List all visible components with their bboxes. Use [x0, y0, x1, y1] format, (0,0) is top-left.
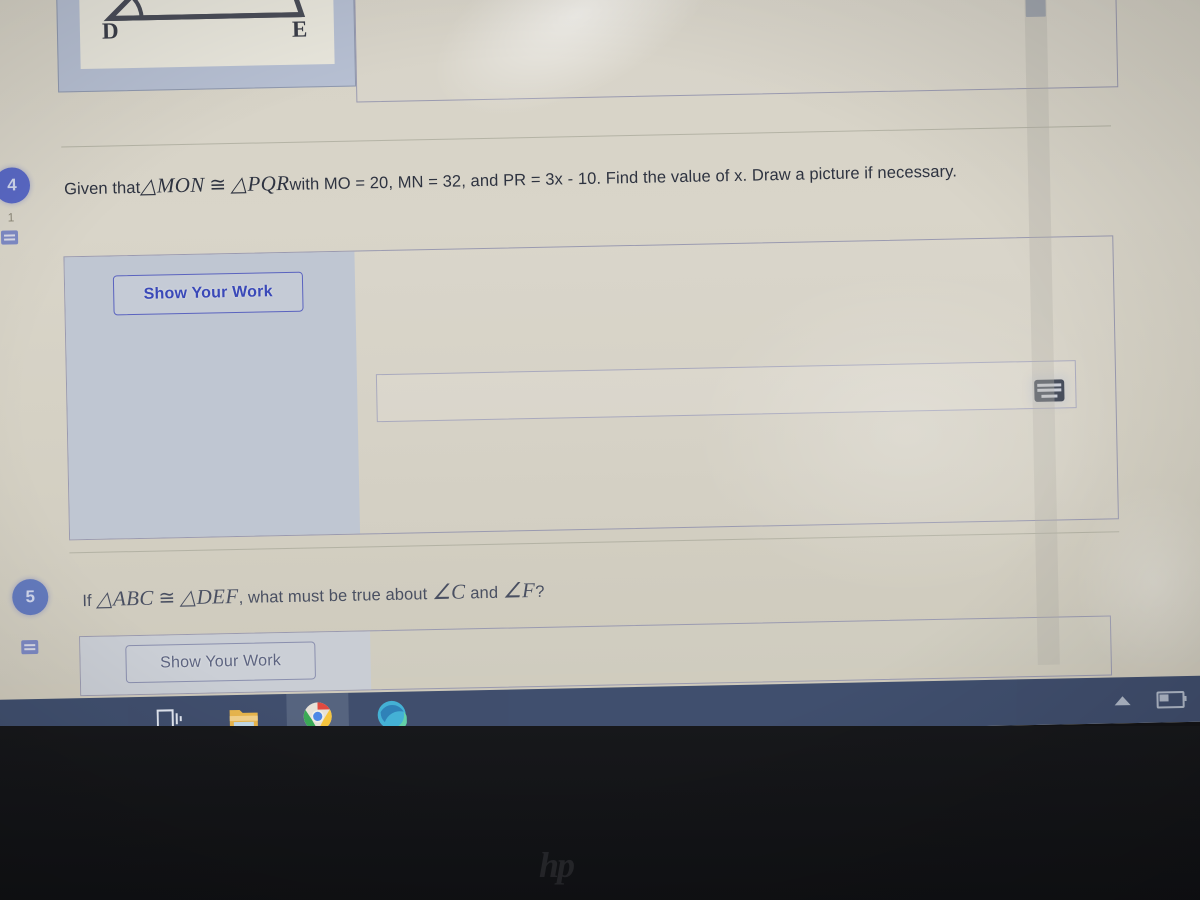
- show-your-work-button-4[interactable]: Show Your Work: [112, 271, 304, 316]
- show-hidden-icons-chevron[interactable]: [1114, 695, 1131, 705]
- q5-body: , what must be true about: [238, 585, 428, 607]
- q4-triangle-1: △MON: [140, 172, 205, 198]
- q5-suffix: ?: [535, 582, 545, 602]
- q5-triangle-1: △ABC: [96, 585, 155, 611]
- vertex-label-d: D: [101, 18, 119, 44]
- diagram-canvas: D E: [77, 0, 335, 70]
- question-points-4: 1: [7, 210, 15, 225]
- q4-prefix: Given that: [63, 178, 141, 199]
- q4-congruent-symbol: ≅: [209, 174, 227, 197]
- laptop-screen-photo: D E 4 1 Given that△MON ≅ △PQRwith MO = 2…: [0, 0, 1200, 900]
- q5-angle-2: ∠F: [502, 578, 536, 603]
- screen-area: D E 4 1 Given that△MON ≅ △PQRwith MO = 2…: [0, 0, 1200, 746]
- q5-triangle-2: △DEF: [179, 583, 239, 610]
- diagram-container: D E: [54, 0, 357, 93]
- system-tray: [1114, 676, 1185, 723]
- show-your-work-button-5[interactable]: Show Your Work: [125, 641, 316, 684]
- battery-icon[interactable]: [1156, 690, 1185, 709]
- q5-congruent-symbol: ≅: [158, 587, 176, 610]
- q5-prefix: If: [82, 591, 92, 611]
- scrollbar-thumb[interactable]: [1023, 0, 1046, 18]
- laptop-bezel: [0, 726, 1200, 900]
- question-menu-icon-5[interactable]: [21, 640, 39, 655]
- previous-question-card: [351, 0, 1119, 103]
- question-menu-icon-4[interactable]: [0, 230, 19, 245]
- q4-triangle-2: △PQR: [230, 170, 290, 197]
- vertex-label-e: E: [291, 16, 308, 42]
- q5-angle-1: ∠C: [431, 579, 466, 605]
- hp-logo: hp: [538, 845, 575, 885]
- q5-and: and: [470, 583, 499, 603]
